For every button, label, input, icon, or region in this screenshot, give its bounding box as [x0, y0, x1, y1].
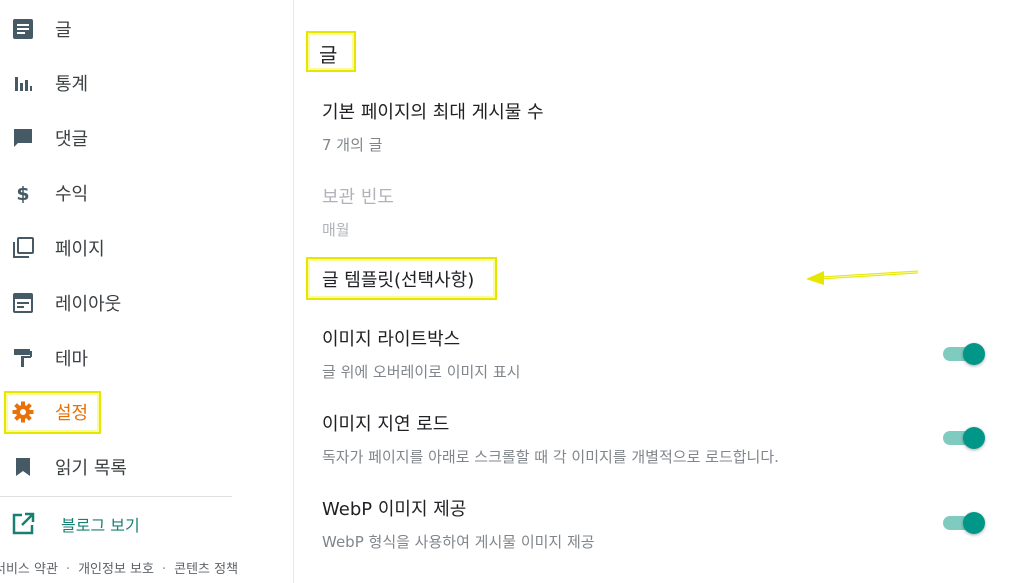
- nav-divider: [0, 496, 232, 497]
- paint-roller-icon: [11, 346, 35, 370]
- sidebar-item-label: 댓글: [55, 129, 89, 150]
- webp-desc: WebP 형식을 사용하여 게시물 이미지 제공: [322, 533, 595, 551]
- webp-title: WebP 이미지 제공: [322, 499, 467, 520]
- sidebar-item-reading-list[interactable]: 읽기 목록: [0, 447, 260, 487]
- webp-toggle[interactable]: [943, 512, 985, 534]
- lightbox-desc: 글 위에 오버레이로 이미지 표시: [322, 363, 521, 381]
- lazy-load-toggle[interactable]: [943, 427, 985, 449]
- post-template-title[interactable]: 글 템플릿(선택사항): [322, 266, 474, 292]
- stats-icon: [11, 71, 35, 95]
- toggle-knob: [963, 343, 985, 365]
- toggle-knob: [963, 427, 985, 449]
- sidebar-item-earnings[interactable]: $ 수익: [0, 173, 260, 213]
- terms-link[interactable]: 서비스 약관: [0, 562, 58, 577]
- view-blog-link[interactable]: 블로그 보기: [0, 504, 260, 544]
- footer-separator: ·: [161, 562, 167, 577]
- lightbox-title: 이미지 라이트박스: [322, 329, 461, 350]
- footer-separator: ·: [65, 562, 71, 577]
- max-posts-title[interactable]: 기본 페이지의 최대 게시물 수: [322, 98, 544, 124]
- annotation-arrow-icon: [806, 270, 919, 285]
- sidebar-item-label: 글: [55, 20, 72, 41]
- sidebar-item-comments[interactable]: 댓글: [0, 118, 260, 158]
- sidebar-item-label: 페이지: [55, 239, 105, 260]
- sidebar-item-layout[interactable]: 레이아웃: [0, 283, 260, 323]
- comments-icon: [11, 126, 35, 150]
- sidebar-item-label: 레이아웃: [55, 294, 122, 315]
- sidebar-item-stats[interactable]: 통계: [0, 63, 260, 103]
- open-external-icon: [11, 512, 35, 536]
- sidebar-item-label: 설정: [55, 403, 89, 424]
- layout-icon: [11, 291, 35, 315]
- privacy-link[interactable]: 개인정보 보호: [78, 562, 154, 577]
- archive-frequency-title: 보관 빈도: [322, 187, 394, 208]
- svg-text:$: $: [16, 183, 29, 204]
- posts-icon: [11, 17, 35, 41]
- bookmark-icon: [11, 455, 35, 479]
- lightbox-toggle[interactable]: [943, 343, 985, 365]
- sidebar-item-label: 통계: [55, 74, 89, 95]
- sidebar: 글 통계 댓글 $ 수익 페이지 레이아웃 테마 설정 읽기 목록 블로그 보기…: [0, 0, 294, 583]
- archive-frequency-value: 매월: [322, 221, 350, 239]
- footer-links: 서비스 약관 · 개인정보 보호 · 콘텐츠 정책: [0, 558, 238, 577]
- view-blog-label: 블로그 보기: [61, 516, 140, 535]
- sidebar-item-label: 테마: [55, 349, 89, 370]
- settings-main: 글 기본 페이지의 최대 게시물 수 7 개의 글 보관 빈도 매월 글 템플릿…: [295, 0, 1014, 583]
- max-posts-value[interactable]: 7 개의 글: [322, 134, 382, 155]
- sidebar-item-posts[interactable]: 글: [0, 9, 260, 49]
- sidebar-item-pages[interactable]: 페이지: [0, 228, 260, 268]
- sidebar-item-label: 읽기 목록: [55, 458, 127, 479]
- lazy-load-title: 이미지 지연 로드: [322, 414, 450, 435]
- sidebar-item-theme[interactable]: 테마: [0, 338, 260, 378]
- gear-icon: [11, 400, 35, 424]
- sidebar-item-settings[interactable]: 설정: [0, 392, 260, 432]
- sidebar-item-label: 수익: [55, 184, 89, 205]
- content-policy-link[interactable]: 콘텐츠 정책: [174, 562, 238, 577]
- pages-icon: [11, 236, 35, 260]
- lazy-load-desc: 독자가 페이지를 아래로 스크롤할 때 각 이미지를 개별적으로 로드합니다.: [322, 448, 779, 466]
- dollar-icon: $: [11, 181, 35, 205]
- section-title: 글: [319, 43, 338, 67]
- toggle-knob: [963, 512, 985, 534]
